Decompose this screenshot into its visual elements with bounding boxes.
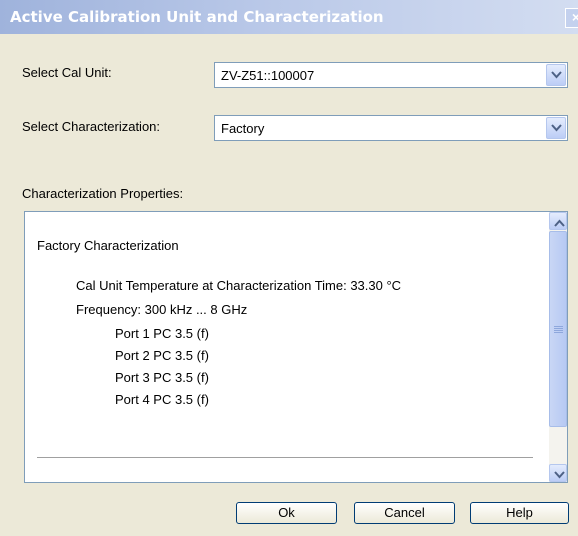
ok-button[interactable]: Ok (236, 502, 337, 524)
cal-unit-label: Select Cal Unit: (22, 65, 112, 80)
chevron-down-icon[interactable] (546, 117, 566, 139)
grip-line (554, 330, 563, 331)
window-title: Active Calibration Unit and Characteriza… (10, 8, 384, 26)
close-icon[interactable]: × (565, 8, 578, 28)
chevron-down-icon[interactable] (546, 64, 566, 86)
port-line: Port 2 PC 3.5 (f) (115, 348, 209, 363)
chevron-up-icon[interactable] (549, 212, 567, 230)
properties-label: Characterization Properties: (22, 186, 184, 201)
cal-unit-value: ZV-Z51::100007 (221, 68, 315, 83)
scroll-thumb[interactable] (549, 231, 567, 427)
title-bar[interactable]: Active Calibration Unit and Characteriza… (0, 0, 578, 34)
properties-heading: Factory Characterization (37, 238, 179, 253)
port-line: Port 1 PC 3.5 (f) (115, 326, 209, 341)
vertical-scrollbar[interactable] (549, 212, 567, 482)
characterization-value: Factory (221, 121, 265, 136)
grip-line (554, 332, 563, 333)
characterization-label: Select Characterization: (22, 119, 161, 134)
port-line: Port 3 PC 3.5 (f) (115, 370, 209, 385)
temperature-text: Cal Unit Temperature at Characterization… (76, 278, 402, 293)
separator-line (37, 457, 533, 458)
calibration-dialog: Active Calibration Unit and Characteriza… (0, 0, 578, 536)
characterization-select[interactable]: Factory (214, 115, 568, 141)
chevron-down-icon[interactable] (549, 464, 567, 482)
cal-unit-select[interactable]: ZV-Z51::100007 (214, 62, 568, 88)
cancel-button[interactable]: Cancel (354, 502, 455, 524)
frequency-text: Frequency: 300 kHz ... 8 GHz (76, 302, 248, 317)
port-line: Port 4 PC 3.5 (f) (115, 392, 209, 407)
characterization-properties-box[interactable]: Factory Characterization Cal Unit Temper… (24, 211, 568, 483)
grip-line (554, 326, 563, 327)
grip-line (554, 328, 563, 329)
help-button[interactable]: Help (470, 502, 569, 524)
